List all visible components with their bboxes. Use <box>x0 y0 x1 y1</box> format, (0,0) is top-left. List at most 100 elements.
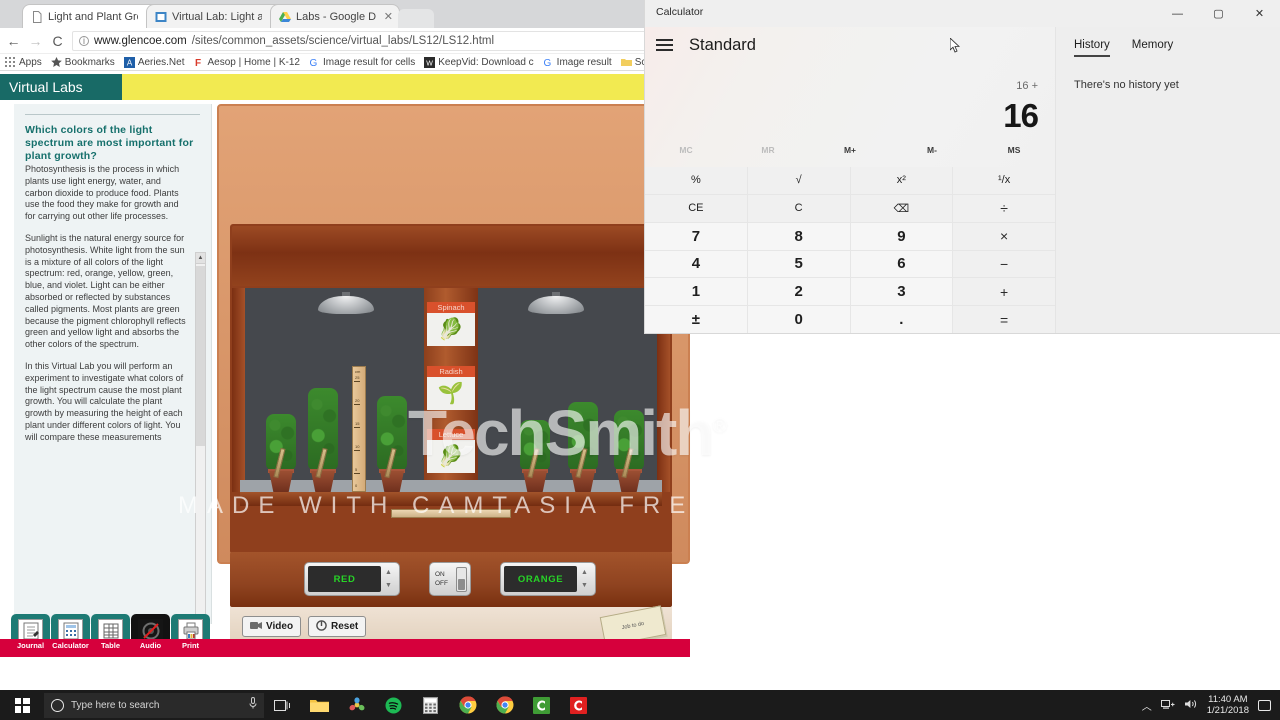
key-equals[interactable]: = <box>953 306 1055 333</box>
key-4[interactable]: 4 <box>645 250 747 278</box>
close-icon[interactable]: ✕ <box>1239 0 1280 27</box>
bookmark-aesop[interactable]: F Aesop | Home | K-12 <box>194 57 300 69</box>
url-host: www.glencoe.com <box>94 34 187 47</box>
svg-text:A: A <box>127 58 133 67</box>
spotify-button[interactable] <box>375 690 412 720</box>
veg-card-spinach[interactable]: Spinach 🥬 <box>427 302 475 346</box>
ruler-mark-20: 20 <box>355 398 360 403</box>
tab-memory[interactable]: Memory <box>1132 39 1174 57</box>
chrome-browser-window: Light and Plant Growth ✕ Virtual Lab: Li… <box>0 0 839 690</box>
microphone-icon[interactable] <box>249 696 257 714</box>
backspace-icon[interactable]: ⌫ <box>850 194 953 222</box>
forward-icon[interactable]: → <box>28 33 43 49</box>
svg-text:G: G <box>543 58 551 68</box>
key-clear[interactable]: C <box>747 194 850 222</box>
key-plus-minus[interactable]: ± <box>645 306 747 333</box>
key-square[interactable]: x² <box>850 167 953 194</box>
right-color-selector[interactable]: ORANGE ▲ ▼ <box>500 562 596 596</box>
spin-up-icon[interactable]: ▲ <box>385 569 392 576</box>
bookmark-image-result-cells[interactable]: G Image result for cells <box>309 57 415 69</box>
chrome-button-1[interactable] <box>449 690 486 720</box>
bookmark-bookmarks[interactable]: Bookmarks <box>50 56 115 68</box>
key-subtract[interactable]: − <box>953 250 1055 278</box>
browser-tab-2[interactable]: Virtual Lab: Light and Pla ✕ <box>146 4 286 28</box>
browser-tab-1[interactable]: Light and Plant Growth ✕ <box>22 4 162 28</box>
taskbar-clock[interactable]: 11:40 AM 1/21/2018 <box>1207 694 1249 716</box>
key-clear-entry[interactable]: CE <box>645 194 747 222</box>
scrollbar-thumb[interactable] <box>196 266 205 446</box>
key-1[interactable]: 1 <box>645 278 747 306</box>
lamp-shade <box>318 296 374 314</box>
camtasia-button[interactable] <box>523 690 560 720</box>
key-sqrt[interactable]: √ <box>747 167 850 194</box>
key-3[interactable]: 3 <box>850 278 953 306</box>
memory-add-button[interactable]: M+ <box>809 145 891 165</box>
task-view-button[interactable] <box>264 690 301 720</box>
history-empty-message: There's no history yet <box>1074 79 1179 91</box>
tab-history[interactable]: History <box>1074 39 1110 57</box>
start-button[interactable] <box>0 690 44 720</box>
close-icon[interactable]: ✕ <box>384 10 393 23</box>
memory-subtract-button[interactable]: M- <box>891 145 973 165</box>
veg-card-radish[interactable]: Radish 🌱 <box>427 366 475 410</box>
key-percent[interactable]: % <box>645 167 747 194</box>
key-7[interactable]: 7 <box>645 222 747 250</box>
bookmark-keepvid[interactable]: W KeepVid: Download c <box>424 56 534 68</box>
prose-scrollbar[interactable]: ▲ ▼ <box>195 252 206 630</box>
key-add[interactable]: + <box>953 278 1055 306</box>
left-color-spinner[interactable]: ▲ ▼ <box>381 566 396 592</box>
memory-store-button[interactable]: MS <box>973 145 1055 165</box>
grow-lamp-left[interactable] <box>318 292 374 314</box>
key-5[interactable]: 5 <box>747 250 850 278</box>
info-icon[interactable]: i <box>79 35 89 46</box>
spin-down-icon[interactable]: ▼ <box>581 582 588 589</box>
search-input[interactable]: Type here to search <box>44 692 264 718</box>
back-icon[interactable]: ← <box>6 33 21 49</box>
switch-track[interactable] <box>456 566 467 592</box>
key-divide[interactable]: ÷ <box>953 194 1055 222</box>
cabinet-left-wall <box>232 288 245 492</box>
hamburger-icon[interactable] <box>656 35 673 54</box>
key-reciprocal[interactable]: ¹/x <box>953 167 1055 194</box>
scroll-up-icon[interactable]: ▲ <box>196 253 205 264</box>
url-input[interactable]: i www.glencoe.com/sites/common_assets/sc… <box>72 30 684 51</box>
power-switch[interactable]: ON OFF <box>429 562 471 596</box>
key-multiply[interactable]: × <box>953 222 1055 250</box>
memory-recall-button[interactable]: MR <box>727 145 809 165</box>
chrome-button-2[interactable] <box>486 690 523 720</box>
spin-down-icon[interactable]: ▼ <box>385 582 392 589</box>
volume-icon[interactable] <box>1184 698 1198 713</box>
minimize-icon[interactable]: — <box>1157 0 1198 27</box>
bookmark-aeries[interactable]: A Aeries.Net <box>123 56 185 68</box>
side-panel-tabs: History Memory <box>1074 39 1280 57</box>
key-8[interactable]: 8 <box>747 222 850 250</box>
snagit-button[interactable] <box>560 690 597 720</box>
action-center-icon[interactable] <box>1258 699 1271 711</box>
aeries-icon: A <box>123 56 135 68</box>
network-icon[interactable] <box>1160 698 1175 713</box>
bookmark-image-result[interactable]: G Image result <box>543 57 612 69</box>
key-9[interactable]: 9 <box>850 222 953 250</box>
calculator-title-bar[interactable]: Calculator — ▢ ✕ <box>645 0 1280 27</box>
memory-clear-button[interactable]: MC <box>645 145 727 165</box>
left-color-selector[interactable]: RED ▲ ▼ <box>304 562 400 596</box>
maximize-icon[interactable]: ▢ <box>1198 0 1239 27</box>
veg-card-lettuce[interactable]: Lettuce 🥬 <box>427 429 475 473</box>
key-2[interactable]: 2 <box>747 278 850 306</box>
file-explorer-button[interactable] <box>301 690 338 720</box>
spin-up-icon[interactable]: ▲ <box>581 569 588 576</box>
bookmark-apps[interactable]: Apps <box>5 56 42 68</box>
switch-knob <box>458 578 465 590</box>
key-6[interactable]: 6 <box>850 250 953 278</box>
right-color-spinner[interactable]: ▲ ▼ <box>577 566 592 592</box>
calculator-button[interactable] <box>412 690 449 720</box>
key-0[interactable]: 0 <box>747 306 850 333</box>
browser-tab-3[interactable]: Labs - Google Drive ✕ <box>270 4 400 28</box>
chevron-up-icon[interactable]: ︿ <box>1142 698 1152 713</box>
key-decimal[interactable]: . <box>850 306 953 333</box>
new-tab-button[interactable] <box>398 9 434 28</box>
photos-button[interactable] <box>338 690 375 720</box>
grow-lamp-right[interactable] <box>528 292 584 314</box>
reload-icon[interactable]: C <box>50 33 65 49</box>
tab-label: Virtual Lab: Light and Pla <box>172 10 262 23</box>
